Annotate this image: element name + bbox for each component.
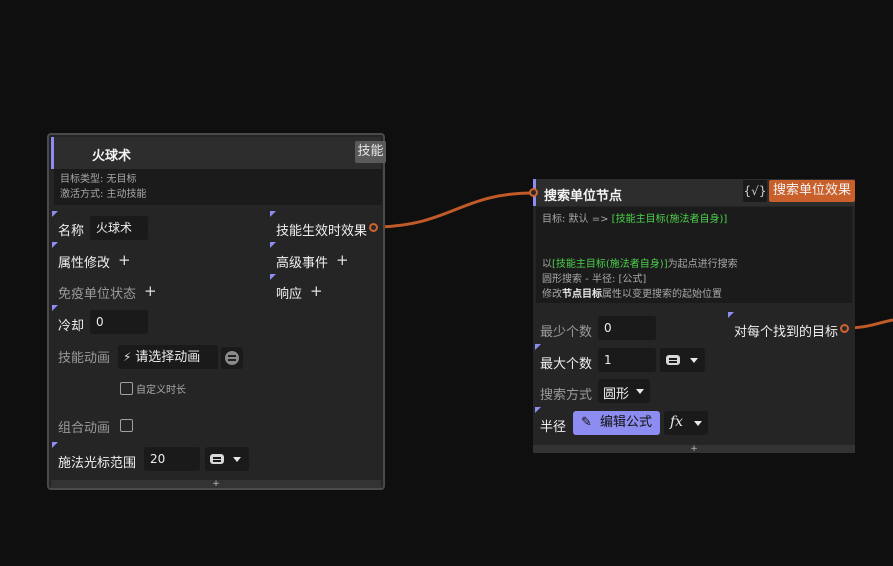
param-marker bbox=[52, 305, 58, 311]
desc-target-line: 目标: 默认 => [技能主目标(施法者自身)] bbox=[542, 212, 846, 227]
desc-target-value: [技能主目标(施法者自身)] bbox=[611, 214, 728, 225]
out-each-target-label: 对每个找到的目标 bbox=[734, 325, 839, 340]
custom-duration-label: 自定义时长 bbox=[136, 385, 186, 396]
chevron-down-icon bbox=[636, 389, 644, 394]
equals-icon bbox=[210, 454, 224, 464]
param-marker bbox=[52, 442, 58, 448]
node-description: 目标类型: 无目标 激活方式: 主动技能 bbox=[54, 169, 382, 205]
param-marker bbox=[52, 242, 58, 248]
advanced-event-add-button[interactable]: + bbox=[336, 253, 349, 268]
input-port[interactable] bbox=[529, 188, 538, 197]
max-count-mode-dropdown[interactable] bbox=[660, 348, 705, 372]
anim-run-icon: ⚡︎ bbox=[123, 350, 132, 364]
search-mode-label: 搜索方式 bbox=[540, 388, 593, 403]
equals-icon bbox=[666, 355, 680, 365]
param-marker bbox=[270, 211, 276, 217]
node-footer-add[interactable]: + bbox=[51, 480, 381, 489]
custom-duration-checkbox[interactable] bbox=[120, 382, 133, 395]
output-port[interactable] bbox=[840, 324, 849, 333]
desc-line-bold: 节点目标 bbox=[562, 289, 602, 300]
node-description: 目标: 默认 => [技能主目标(施法者自身)] 以[技能主目标(施法者自身)]… bbox=[536, 207, 852, 303]
node-header[interactable]: 搜索单位节点 {√} 搜索单位效果 bbox=[533, 179, 855, 206]
edit-formula-label: 编辑公式 bbox=[600, 415, 653, 430]
immune-label: 免疫单位状态 bbox=[58, 287, 137, 302]
wire-effect-to-search bbox=[372, 191, 534, 229]
skill-tag: 技能 bbox=[355, 141, 386, 163]
search-mode-value: 圆形 bbox=[603, 387, 630, 402]
desc-line-suffix: 为起点进行搜索 bbox=[667, 259, 738, 270]
cursor-range-label: 施法光标范围 bbox=[58, 456, 137, 471]
node-title: 搜索单位节点 bbox=[544, 189, 623, 204]
param-marker bbox=[535, 407, 541, 413]
chevron-down-icon bbox=[690, 358, 698, 363]
skill-node-fireball[interactable]: 火球术 技能 目标类型: 无目标 激活方式: 主动技能 名称 火球术 属性修改 … bbox=[47, 133, 386, 490]
search-effect-tag: 搜索单位效果 bbox=[769, 180, 855, 202]
desc-line-prefix: 修改 bbox=[542, 289, 562, 300]
desc-line-suffix: 属性以变更搜索的起始位置 bbox=[602, 289, 722, 300]
immune-add-button[interactable]: + bbox=[144, 284, 157, 299]
param-marker bbox=[52, 211, 58, 217]
max-count-input[interactable]: 1 bbox=[598, 348, 656, 372]
param-marker bbox=[728, 312, 734, 318]
desc-line: 圆形搜索 - 半径: [公式] bbox=[542, 274, 647, 285]
cooldown-input[interactable]: 0 bbox=[90, 310, 148, 334]
cursor-range-mode-dropdown[interactable] bbox=[205, 447, 249, 471]
anim-options-button[interactable] bbox=[221, 347, 243, 369]
search-mode-dropdown[interactable]: 圆形 bbox=[598, 379, 650, 403]
node-footer-add[interactable]: + bbox=[533, 445, 855, 454]
max-count-label: 最大个数 bbox=[540, 357, 593, 372]
pencil-icon: ✎ bbox=[581, 415, 592, 430]
formula-badge-icon[interactable]: {√} bbox=[743, 180, 767, 202]
edit-formula-button[interactable]: ✎ 编辑公式 bbox=[573, 411, 660, 435]
desc-line: 修改节点目标属性以变更搜索的起始位置 bbox=[542, 287, 846, 302]
formula-mode-dropdown[interactable]: fx bbox=[664, 411, 708, 435]
response-label: 响应 bbox=[276, 287, 303, 302]
radius-label: 半径 bbox=[540, 420, 567, 435]
desc-target-prefix: 目标: 默认 => bbox=[542, 214, 612, 225]
node-title: 火球术 bbox=[92, 149, 132, 164]
attr-modify-label: 属性修改 bbox=[58, 256, 111, 271]
desc-line: 目标类型: 无目标 bbox=[60, 174, 137, 185]
desc-line: 以[技能主目标(施法者自身)]为起点进行搜索 bbox=[542, 257, 846, 272]
anim-select-text: 请选择动画 bbox=[135, 350, 201, 365]
node-header[interactable]: 火球术 技能 bbox=[51, 137, 386, 169]
chevron-down-icon bbox=[233, 457, 241, 462]
combo-anim-label: 组合动画 bbox=[58, 421, 111, 436]
param-marker bbox=[535, 344, 541, 350]
desc-line-green: [技能主目标(施法者自身)] bbox=[552, 259, 668, 270]
advanced-event-label: 高级事件 bbox=[276, 256, 329, 271]
chevron-down-icon bbox=[694, 421, 702, 426]
response-add-button[interactable]: + bbox=[310, 284, 323, 299]
cooldown-label: 冷却 bbox=[58, 319, 85, 334]
combo-anim-checkbox[interactable] bbox=[120, 419, 133, 432]
min-count-input[interactable]: 0 bbox=[598, 316, 656, 340]
name-input[interactable]: 火球术 bbox=[90, 216, 148, 240]
search-unit-node[interactable]: 搜索单位节点 {√} 搜索单位效果 目标: 默认 => [技能主目标(施法者自身… bbox=[529, 179, 855, 454]
output-port[interactable] bbox=[369, 223, 378, 232]
name-label: 名称 bbox=[58, 224, 85, 239]
minus-circle-icon bbox=[225, 351, 239, 365]
attr-modify-add-button[interactable]: + bbox=[118, 253, 131, 268]
out-effect-label: 技能生效时效果 bbox=[276, 224, 368, 239]
fx-icon: fx bbox=[670, 414, 684, 430]
anim-select[interactable]: ⚡︎ 请选择动画 bbox=[118, 345, 218, 369]
min-count-label: 最少个数 bbox=[540, 325, 593, 340]
cursor-range-input[interactable]: 20 bbox=[144, 447, 200, 471]
anim-label: 技能动画 bbox=[58, 351, 111, 366]
param-marker bbox=[270, 242, 276, 248]
param-marker bbox=[270, 274, 276, 280]
desc-line-prefix: 以 bbox=[542, 259, 552, 270]
desc-line: 激活方式: 主动技能 bbox=[60, 189, 147, 200]
